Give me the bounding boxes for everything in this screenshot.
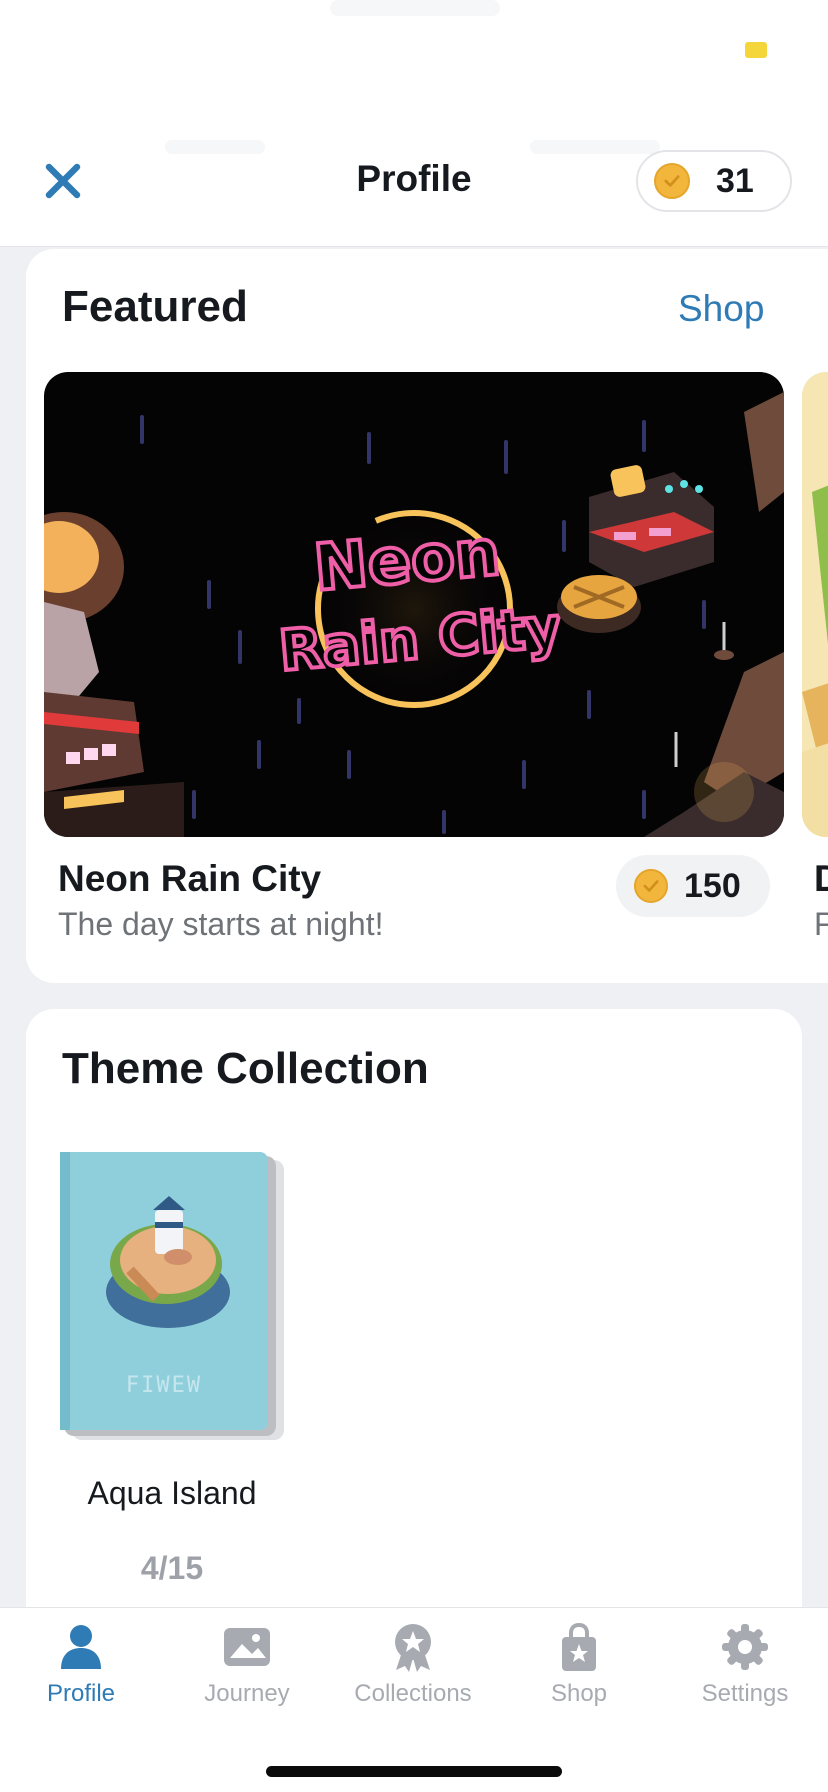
faded-background-bar (165, 140, 265, 154)
theme-book-aqua-island[interactable]: FIWEW (60, 1152, 288, 1442)
tab-label: Settings (701, 1680, 789, 1707)
featured-heading: Featured (62, 282, 248, 331)
profile-screen: Profile 31 Featured Shop Neon Rain City … (0, 0, 828, 1792)
neon-city-illustration: Neon Rain City (44, 392, 784, 837)
tab-journey[interactable]: Journey (172, 1622, 322, 1712)
tab-profile[interactable]: Profile (6, 1622, 156, 1712)
next-item-name-peek: D (814, 858, 828, 899)
book-title: Aqua Island (87, 1475, 257, 1511)
faded-background-bar (330, 0, 500, 16)
header-bar: Profile 31 (0, 0, 828, 247)
tab-label: Profile (46, 1680, 116, 1707)
book-cover-text: FIWEW (126, 1373, 202, 1398)
next-featured-banner[interactable] (802, 372, 828, 837)
next-item-description-peek: F (814, 906, 828, 942)
shopping-bag-icon (562, 1622, 596, 1671)
tab-shop[interactable]: Shop (504, 1622, 654, 1712)
theme-collection-heading: Theme Collection (62, 1044, 429, 1093)
tab-label: Collections (354, 1680, 472, 1707)
tab-collections[interactable]: Collections (338, 1622, 488, 1712)
coin-icon (654, 163, 690, 199)
faded-background-bar (530, 140, 660, 154)
book-progress: 4/15 (140, 1550, 204, 1586)
coin-balance: 31 (716, 161, 754, 200)
featured-item-price-button[interactable]: 150 (616, 855, 770, 917)
tab-settings[interactable]: Settings (670, 1622, 820, 1712)
tab-label: Shop (550, 1680, 608, 1707)
featured-banner[interactable]: Neon Rain City (44, 372, 784, 837)
coin-balance-badge[interactable]: 31 (636, 150, 792, 212)
coin-icon (634, 869, 668, 903)
person-icon (61, 1625, 101, 1669)
photo-icon (224, 1628, 270, 1666)
featured-item-name: Neon Rain City (58, 858, 322, 899)
desert-illustration (802, 372, 828, 837)
featured-item-description: The day starts at night! (58, 906, 384, 942)
tab-label: Journey (204, 1680, 290, 1707)
status-indicator (745, 42, 767, 58)
home-indicator[interactable] (266, 1766, 562, 1777)
award-icon (395, 1624, 431, 1672)
aqua-island-cover: FIWEW (60, 1152, 284, 1440)
featured-item-price: 150 (684, 866, 741, 905)
gear-icon (722, 1624, 768, 1670)
shop-link[interactable]: Shop (678, 288, 764, 330)
